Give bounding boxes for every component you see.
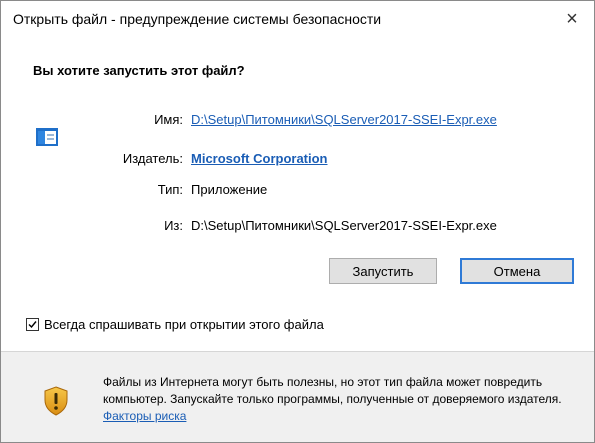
publisher-link[interactable]: Microsoft Corporation [191,151,328,166]
security-warning-dialog: Открыть файл - предупреждение системы бе… [0,0,595,443]
always-ask-option[interactable]: Всегда спрашивать при открытии этого фай… [26,317,324,332]
shield-warning-icon [44,386,68,416]
from-label: Из: [164,218,183,233]
close-button[interactable]: × [550,1,594,37]
from-value: D:\Setup\Питомники\SQLServer2017-SSEI-Ex… [191,218,497,233]
always-ask-checkbox[interactable] [26,318,39,331]
file-name-link[interactable]: D:\Setup\Питомники\SQLServer2017-SSEI-Ex… [191,112,497,127]
close-icon: × [566,7,578,30]
publisher-row: Издатель: Microsoft Corporation [1,151,594,171]
type-row: Тип: Приложение [1,182,594,202]
name-label: Имя: [154,112,183,127]
publisher-label: Издатель: [122,151,183,166]
name-row: Имя: D:\Setup\Питомники\SQLServer2017-SS… [1,112,594,132]
checkmark-icon [28,321,37,329]
run-button[interactable]: Запустить [329,258,437,284]
window-title: Открыть файл - предупреждение системы бе… [13,11,382,27]
prompt-question: Вы хотите запустить этот файл? [33,63,245,78]
always-ask-label: Всегда спрашивать при открытии этого фай… [44,317,324,332]
cancel-button[interactable]: Отмена [460,258,574,284]
type-value: Приложение [191,182,268,197]
risk-factors-link[interactable]: Факторы риска [103,409,186,423]
from-row: Из: D:\Setup\Питомники\SQLServer2017-SSE… [1,218,594,238]
type-label: Тип: [157,182,183,197]
warning-message: Файлы из Интернета могут быть полезны, н… [103,375,562,406]
security-warning-text: Файлы из Интернета могут быть полезны, н… [103,374,583,425]
title-bar: Открыть файл - предупреждение системы бе… [1,1,594,37]
